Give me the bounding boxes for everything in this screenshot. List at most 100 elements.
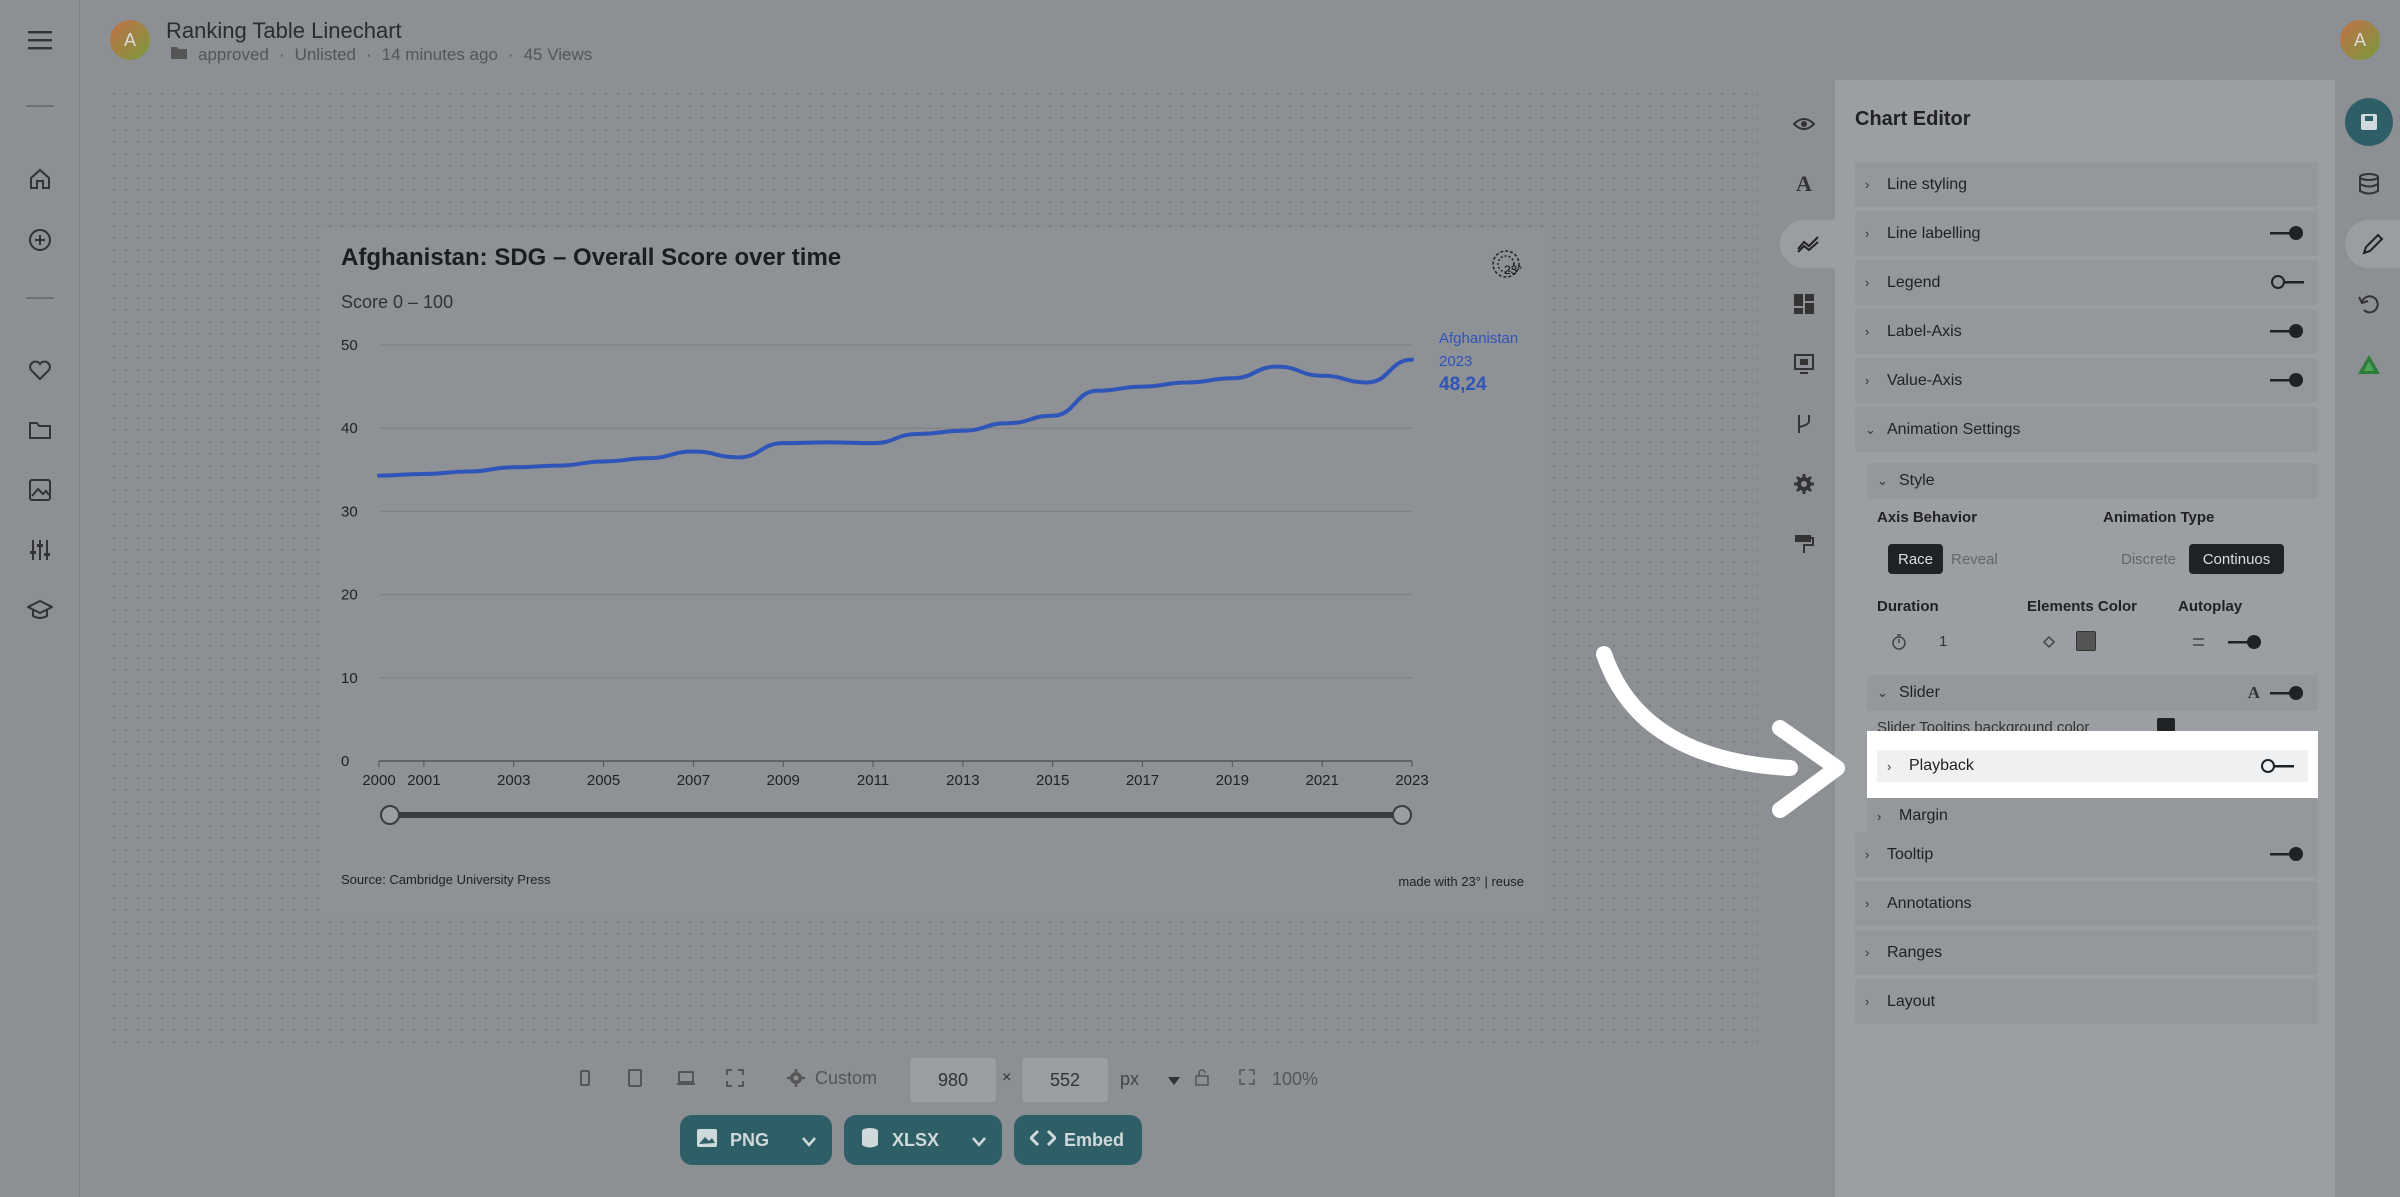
autoplay-label: Autoplay — [2178, 598, 2243, 615]
views-count: 45 Views — [523, 45, 593, 64]
fit-icon[interactable] — [1238, 1068, 1256, 1091]
series-line — [377, 357, 1414, 478]
section-label: Playback — [1909, 757, 1974, 774]
zoom-level[interactable]: 100% — [1272, 1069, 1318, 1090]
toggle-on[interactable] — [2270, 846, 2304, 862]
logo-23-icon: 23° — [1488, 244, 1528, 284]
left-rail — [0, 0, 80, 1197]
embed-button[interactable]: Embed — [1014, 1115, 1142, 1165]
y-tick-label: 40 — [341, 420, 358, 437]
section-value-axis[interactable]: › Value-Axis — [1855, 358, 2318, 403]
height-input[interactable]: 552 — [1022, 1058, 1108, 1102]
playback-toggle-off[interactable] — [2260, 758, 2294, 774]
text-font-icon[interactable]: A — [2248, 683, 2260, 703]
chevron-right-icon: › — [1865, 226, 1870, 241]
updated-time: 14 minutes ago — [381, 45, 498, 64]
toggle-on[interactable] — [2270, 372, 2304, 388]
section-label: Annotations — [1887, 894, 1972, 912]
toggle-on[interactable] — [2270, 685, 2304, 701]
chart-card[interactable]: 0 10 20 30 40 50 2000 2001 2003 2005 2007 2009 2011 2… — [320, 228, 1550, 918]
database-icon[interactable] — [2345, 160, 2393, 208]
duration-label: Duration — [1877, 598, 1939, 615]
duration-input[interactable]: 1 — [1939, 633, 1947, 650]
custom-size-label[interactable]: Custom — [815, 1068, 877, 1089]
project-avatar: A — [110, 20, 150, 60]
elements-color-swatch[interactable] — [2076, 631, 2096, 651]
eye-icon[interactable] — [1780, 100, 1828, 148]
chevron-right-icon: › — [1865, 847, 1870, 862]
subsection-margin[interactable]: › Margin — [1867, 798, 2318, 834]
discrete-option[interactable]: Discrete — [2121, 544, 2176, 574]
sliders-icon[interactable] — [22, 532, 58, 568]
database-icon — [860, 1127, 880, 1154]
pointer-arrow — [1596, 646, 1845, 818]
pencil-icon[interactable] — [2345, 220, 2400, 268]
subsection-playback[interactable]: › Playback — [1877, 750, 2308, 782]
section-legend[interactable]: › Legend — [1855, 260, 2318, 305]
phone-icon[interactable] — [578, 1068, 592, 1093]
user-avatar[interactable]: A — [2340, 20, 2380, 60]
fullscreen-icon[interactable] — [725, 1068, 745, 1093]
xlsx-export-button[interactable]: XLSX — [844, 1115, 1002, 1165]
chart-line-icon[interactable] — [1780, 220, 1836, 268]
brand-logo-icon[interactable] — [2345, 340, 2393, 388]
width-input[interactable]: 980 — [910, 1058, 996, 1102]
heart-icon[interactable] — [22, 352, 58, 388]
chevron-right-icon: › — [1865, 994, 1870, 1009]
page-title[interactable]: Ranking Table Linechart — [166, 18, 402, 44]
autoplay-toggle-on[interactable] — [2228, 634, 2262, 650]
menu-icon[interactable] — [22, 22, 58, 58]
section-layout[interactable]: › Layout — [1855, 979, 2318, 1024]
paint-roller-icon[interactable] — [1780, 520, 1828, 568]
reveal-option[interactable]: Reveal — [1951, 544, 1998, 574]
laptop-icon[interactable] — [676, 1068, 696, 1093]
chevron-right-icon: › — [1887, 758, 1892, 774]
chevron-down-icon[interactable] — [802, 1131, 816, 1152]
toggle-on[interactable] — [2270, 323, 2304, 339]
branch-icon[interactable] — [1780, 400, 1828, 448]
folder-icon[interactable] — [22, 412, 58, 448]
home-icon[interactable] — [22, 161, 58, 197]
section-line-labelling[interactable]: › Line labelling — [1855, 211, 2318, 256]
undo-icon[interactable] — [2345, 280, 2393, 328]
chart-source[interactable]: Source: Cambridge University Press — [341, 872, 551, 887]
chart-subtitle[interactable]: Score 0 – 100 — [341, 292, 453, 313]
line-chart: 0 10 20 30 40 50 2000 2001 2003 2005 2007 2009 2011 2… — [341, 330, 1518, 825]
made-with-credit[interactable]: made with 23° | reuse — [1398, 874, 1524, 889]
section-ranges[interactable]: › Ranges — [1855, 930, 2318, 975]
subsection-style[interactable]: ⌄ Style — [1867, 463, 2318, 499]
png-export-button[interactable]: PNG — [680, 1115, 832, 1165]
tablet-icon[interactable] — [627, 1068, 643, 1093]
x-tick-label: 2023 — [1395, 772, 1428, 789]
text-font-icon[interactable]: A — [1780, 160, 1828, 208]
add-circle-icon[interactable] — [22, 222, 58, 258]
repeat-icon — [2191, 635, 2207, 654]
section-tooltip[interactable]: › Tooltip — [1855, 832, 2318, 877]
image-icon[interactable] — [22, 472, 58, 508]
unit-select[interactable]: px — [1120, 1069, 1139, 1090]
save-icon[interactable] — [2345, 98, 2393, 146]
section-line-styling[interactable]: › Line styling — [1855, 162, 2318, 207]
end-label-name: Afghanistan — [1439, 330, 1518, 347]
paint-bucket-icon — [2041, 634, 2057, 655]
section-annotations[interactable]: › Annotations — [1855, 881, 2318, 926]
continuos-option[interactable]: Continuos — [2189, 544, 2284, 574]
caret-down-icon[interactable] — [1168, 1072, 1180, 1090]
toggle-on[interactable] — [2270, 225, 2304, 241]
section-label-axis[interactable]: › Label-Axis — [1855, 309, 2318, 354]
grid-layout-icon[interactable] — [1780, 280, 1828, 328]
section-animation-settings[interactable]: ⌄ Animation Settings — [1855, 407, 2318, 452]
chart-title[interactable]: Afghanistan: SDG – Overall Score over ti… — [341, 244, 841, 272]
folder-name[interactable]: approved — [198, 45, 269, 65]
gear-icon[interactable] — [1780, 460, 1828, 508]
race-option[interactable]: Race — [1888, 544, 1943, 574]
chevron-right-icon: › — [1865, 945, 1870, 960]
chevron-down-icon[interactable] — [972, 1131, 986, 1152]
lock-icon[interactable] — [1193, 1068, 1211, 1091]
subsection-slider[interactable]: ⌄ Slider A — [1867, 675, 2318, 711]
monitor-icon[interactable] — [1780, 340, 1828, 388]
graduation-cap-icon[interactable] — [22, 592, 58, 628]
visibility-status[interactable]: Unlisted — [295, 45, 356, 65]
toggle-off[interactable] — [2270, 274, 2304, 290]
chevron-right-icon: › — [1877, 808, 1882, 824]
